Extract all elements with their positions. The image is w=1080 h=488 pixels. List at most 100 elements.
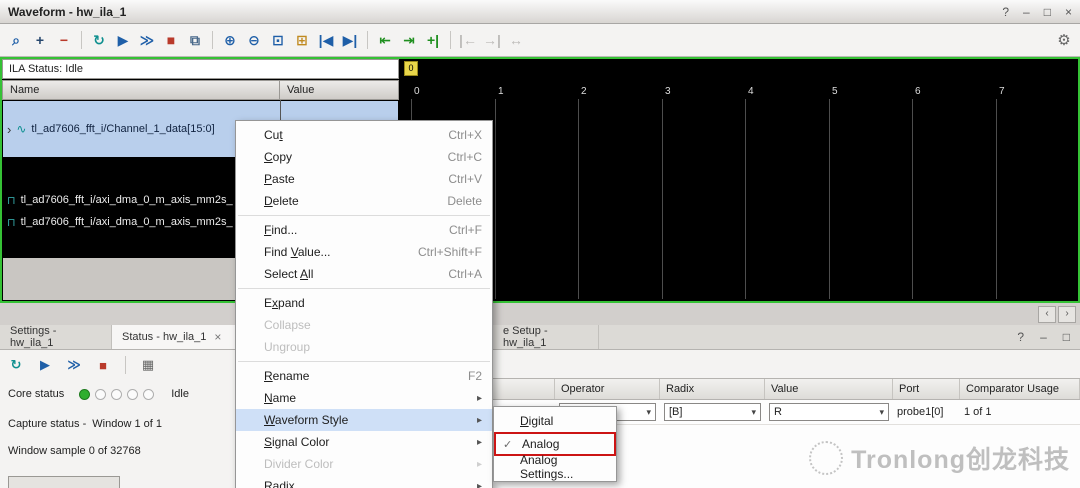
zoom-out-icon[interactable]: ⊖: [244, 30, 264, 50]
capture-status-row: Capture status - Window 1 of 1: [8, 418, 162, 430]
run-all-icon[interactable]: ↻: [6, 355, 26, 375]
tab-status[interactable]: Status - hw_ila_1 ×: [112, 325, 238, 349]
panel-minimize-icon[interactable]: –: [1040, 330, 1047, 344]
menu-item-waveform-style[interactable]: Waveform Style ▸: [236, 409, 492, 431]
tab-close-icon[interactable]: ×: [214, 330, 221, 344]
toolbar-separator: [81, 31, 82, 49]
port-cell: probe1[0]: [893, 406, 960, 418]
run-trigger-icon[interactable]: ▶: [113, 30, 133, 50]
clipped-dropdown[interactable]: [8, 476, 120, 488]
submenu-item-digital[interactable]: Digital: [494, 410, 616, 432]
marker-flag[interactable]: 0: [404, 61, 418, 76]
search-icon[interactable]: ⌕: [6, 30, 26, 50]
export-icon[interactable]: ⧉: [185, 30, 205, 50]
expand-chevron-icon[interactable]: ›: [7, 122, 11, 137]
column-header-value[interactable]: Value: [280, 81, 398, 99]
signal-name: tl_ad7606_fft_i/axi_dma_0_m_axis_mm2s_: [21, 194, 233, 206]
window-sample-text: Window sample 0 of 32768: [8, 445, 141, 457]
add-window-icon[interactable]: +|: [423, 30, 443, 50]
menu-item-signal-color[interactable]: Signal Color ▸: [236, 431, 492, 453]
radix-value: [B]: [669, 406, 682, 418]
run-trigger-icon[interactable]: ▶: [35, 355, 55, 375]
column-header-value[interactable]: Value: [765, 379, 893, 399]
next-edge-icon[interactable]: ⇥: [399, 30, 419, 50]
capture-status-value: Window 1 of 1: [92, 418, 162, 430]
windows-layout-icon[interactable]: ▦: [138, 355, 158, 375]
column-header-radix[interactable]: Radix: [660, 379, 765, 399]
bus-signal-icon: ⊓: [7, 194, 16, 207]
menu-item-find[interactable]: Find... Ctrl+F: [236, 219, 492, 241]
menu-item-select-all[interactable]: Select All Ctrl+A: [236, 263, 492, 285]
scroll-left-icon[interactable]: ‹: [1038, 306, 1056, 323]
tronlong-logo: [809, 441, 843, 475]
scroll-right-icon[interactable]: ›: [1058, 306, 1076, 323]
menu-item-label: Ungroup: [264, 340, 310, 354]
menu-item-copy[interactable]: Copy Ctrl+C: [236, 146, 492, 168]
menu-item-radix[interactable]: Radix ▸: [236, 475, 492, 488]
minimize-icon[interactable]: –: [1023, 5, 1030, 19]
value-dropdown[interactable]: R ▾: [769, 403, 889, 421]
column-header-port[interactable]: Port: [893, 379, 960, 399]
toolbar-separator: [450, 31, 451, 49]
menu-item-label: Signal Color: [264, 435, 329, 449]
tab-label: Status - hw_ila_1: [122, 331, 206, 343]
menu-item-expand[interactable]: Expand: [236, 292, 492, 314]
submenu-arrow-icon: ▸: [477, 415, 482, 426]
maximize-icon[interactable]: □: [1044, 5, 1051, 19]
column-header-name[interactable]: Name: [3, 81, 280, 99]
ruler-tick-label: 6: [915, 86, 921, 97]
horizontal-scrollbar[interactable]: ‹ ›: [0, 303, 1080, 326]
zoom-fit-icon[interactable]: ⊡: [268, 30, 288, 50]
remove-icon[interactable]: −: [54, 30, 74, 50]
run-all-icon[interactable]: ↻: [89, 30, 109, 50]
toolbar-separator: [125, 356, 126, 374]
panel-controls: ? – □: [1017, 330, 1070, 344]
menu-item-label: Rename: [264, 369, 309, 383]
submenu-arrow-icon: ▸: [477, 393, 482, 404]
stop-trigger-icon[interactable]: ■: [93, 355, 113, 375]
analog-wave-icon: ∿: [16, 122, 26, 136]
menu-item-rename[interactable]: Rename F2: [236, 365, 492, 387]
column-header-operator[interactable]: Operator: [555, 379, 660, 399]
close-icon[interactable]: ×: [1065, 5, 1072, 19]
bus-signal-icon: ⊓: [7, 216, 16, 229]
submenu-item-analog-settings[interactable]: Analog Settings...: [494, 456, 616, 478]
help-icon[interactable]: ?: [1002, 5, 1009, 19]
core-status-row: Core status Idle: [8, 388, 189, 400]
zoom-in-icon[interactable]: ⊕: [220, 30, 240, 50]
menu-item-delete[interactable]: Delete Delete: [236, 190, 492, 212]
column-header-comparator-usage[interactable]: Comparator Usage: [960, 379, 1080, 399]
submenu-item-label: Analog: [522, 437, 559, 451]
menu-item-label: Radix: [264, 479, 295, 488]
add-icon[interactable]: +: [30, 30, 50, 50]
tab-settings[interactable]: Settings - hw_ila_1: [0, 325, 112, 349]
panel-maximize-icon[interactable]: □: [1063, 330, 1070, 344]
run-immediate-icon[interactable]: ≫: [64, 355, 84, 375]
capture-status-label: Capture status -: [8, 418, 86, 430]
gear-icon[interactable]: ⚙: [1054, 30, 1074, 50]
watermark: Tronlong创龙科技: [809, 440, 1070, 476]
menu-item-find-value[interactable]: Find Value... Ctrl+Shift+F: [236, 241, 492, 263]
radix-dropdown[interactable]: [B] ▾: [664, 403, 761, 421]
menu-item-paste[interactable]: Paste Ctrl+V: [236, 168, 492, 190]
run-immediate-icon[interactable]: ≫: [137, 30, 157, 50]
signal-name: tl_ad7606_fft_i/axi_dma_0_m_axis_mm2s_: [21, 216, 233, 228]
menu-item-label: Paste: [264, 172, 295, 186]
menu-item-collapse: Collapse: [236, 314, 492, 336]
watermark-text: Tronlong创龙科技: [851, 440, 1070, 476]
zoom-cursor-icon[interactable]: ⊞: [292, 30, 312, 50]
tab-trigger-setup[interactable]: e Setup - hw_ila_1: [493, 325, 599, 349]
goto-start-icon[interactable]: |◀: [316, 30, 336, 50]
tab-label: e Setup - hw_ila_1: [503, 325, 588, 349]
ruler-tick-label: 4: [748, 86, 754, 97]
ruler-tick-label: 0: [414, 86, 420, 97]
goto-end-icon[interactable]: ▶|: [340, 30, 360, 50]
stop-trigger-icon[interactable]: ■: [161, 30, 181, 50]
menu-item-cut[interactable]: Cut Ctrl+X: [236, 124, 492, 146]
submenu-arrow-icon: ▸: [477, 459, 482, 470]
toolbar-separator: [367, 31, 368, 49]
prev-edge-icon[interactable]: ⇤: [375, 30, 395, 50]
panel-help-icon[interactable]: ?: [1017, 330, 1024, 344]
menu-item-label: Name: [264, 391, 296, 405]
menu-item-name[interactable]: Name ▸: [236, 387, 492, 409]
